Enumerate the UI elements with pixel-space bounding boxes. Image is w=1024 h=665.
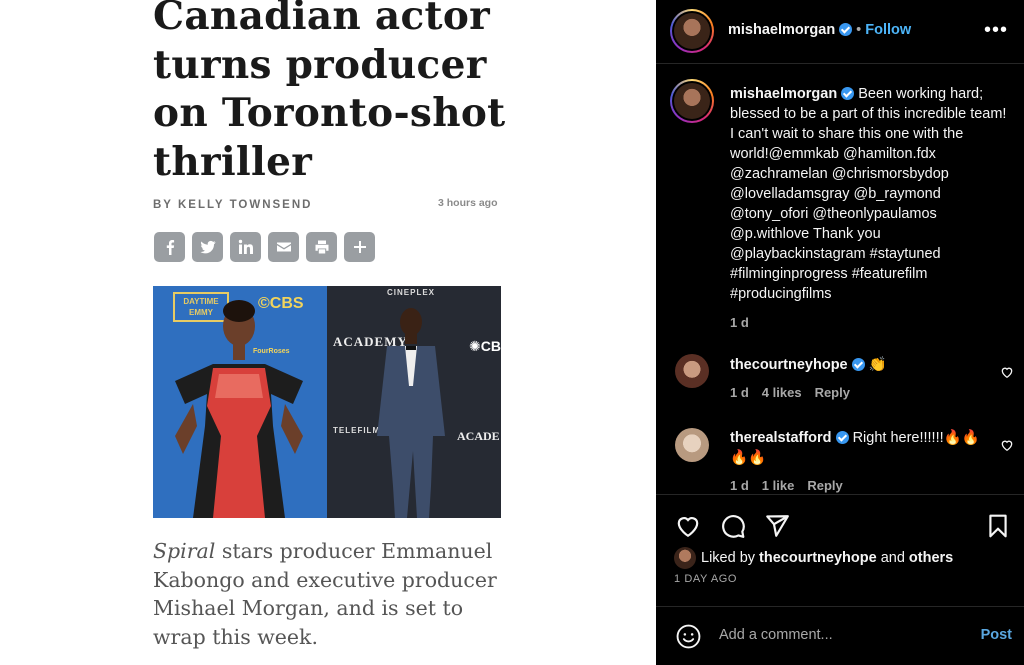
article-headline: Canadian actor turns producer on Toronto… (153, 0, 506, 185)
share-buttons (154, 232, 375, 262)
twitter-icon[interactable] (192, 232, 223, 262)
article-timestamp: 3 hours ago (438, 197, 498, 209)
comment-username[interactable]: therealstafford (730, 430, 832, 446)
caption-avatar[interactable] (670, 79, 714, 123)
liked-by-and: and (876, 550, 909, 566)
email-icon[interactable] (268, 232, 299, 262)
photo-right-man: CINEPLEX ACADEMY ✺CB TELEFILM ACADE (327, 286, 501, 518)
comment-like-heart-icon[interactable] (1000, 365, 1014, 379)
comment-item: therealstafford Right here!!!!!!🔥🔥🔥🔥 1 d… (730, 428, 990, 496)
comment-input[interactable]: Add a comment... (719, 627, 833, 643)
liked-by-username[interactable]: thecourtneyhope (759, 550, 877, 566)
post-actions: Liked by thecourtneyhope and others 1 DA… (656, 494, 1024, 604)
more-options-icon[interactable]: ••• (984, 20, 1008, 40)
share-paper-plane-icon[interactable] (764, 513, 790, 539)
article-screenshot: Canadian actor turns producer on Toronto… (0, 0, 656, 665)
comment-item: thecourtneyhope 👏 1 d 4 likes Reply (730, 355, 990, 403)
comment-avatar[interactable] (675, 354, 709, 388)
man-figure (377, 308, 445, 518)
verified-badge-icon (839, 23, 853, 36)
header-user-line: mishaelmorgan • Follow (728, 22, 911, 38)
caption-meta: 1 d (730, 313, 1010, 333)
plus-icon[interactable] (344, 232, 375, 262)
comment-avatar[interactable] (675, 428, 709, 462)
comment-age: 1 d (730, 478, 749, 493)
like-heart-icon[interactable] (675, 513, 701, 539)
print-icon[interactable] (306, 232, 337, 262)
comment-likes[interactable]: 4 likes (762, 385, 802, 400)
header-username[interactable]: mishaelmorgan (728, 22, 835, 38)
comment-age: 1 d (730, 385, 749, 400)
caption-italic-title: Spiral (153, 539, 216, 563)
post-header: mishaelmorgan • Follow ••• (656, 0, 1024, 64)
article-byline: BY KELLY TOWNSEND (153, 199, 313, 211)
caption-text: Been working hard; blessed to be a part … (730, 86, 1007, 302)
liked-by-avatar[interactable] (674, 547, 696, 569)
verified-badge-icon (835, 431, 849, 444)
instagram-panel: mishaelmorgan • Follow ••• mishaelmorgan B… (656, 0, 1024, 665)
comment-like-heart-icon[interactable] (1000, 438, 1014, 452)
emoji-smiley-icon[interactable] (676, 624, 701, 649)
article-caption: Spiral stars producer Emmanuel Kabongo a… (153, 537, 513, 652)
photo-left-woman: DAYTIME EMMY ©CBS FourRoses (153, 286, 327, 518)
verified-badge-icon (851, 358, 865, 371)
caption-username[interactable]: mishaelmorgan (730, 86, 837, 102)
comment-meta: 1 d 4 likes Reply (730, 383, 990, 403)
post-caption: mishaelmorgan Been working hard; blessed… (730, 84, 1010, 333)
comment-reply-button[interactable]: Reply (815, 385, 850, 400)
header-separator: • (856, 22, 862, 38)
linkedin-icon[interactable] (230, 232, 261, 262)
comment-likes[interactable]: 1 like (762, 478, 795, 493)
caption-age: 1 d (730, 315, 749, 330)
comment-meta: 1 d 1 like Reply (730, 476, 990, 496)
verified-badge-icon (841, 87, 855, 100)
liked-by-line: Liked by thecourtneyhope and others (701, 550, 953, 566)
post-comment-button[interactable]: Post (981, 627, 1012, 643)
comment-reply-button[interactable]: Reply (807, 478, 842, 493)
header-avatar[interactable] (670, 9, 714, 53)
save-bookmark-icon[interactable] (985, 513, 1011, 539)
liked-by-prefix: Liked by (701, 550, 760, 566)
woman-figure (175, 300, 303, 518)
comment-text: 👏 (868, 357, 887, 373)
post-age: 1 DAY AGO (674, 573, 738, 585)
article-photo: DAYTIME EMMY ©CBS FourRoses CINEPLEX ACA… (153, 286, 501, 518)
facebook-icon[interactable] (154, 232, 185, 262)
comment-bubble-icon[interactable] (720, 513, 746, 539)
comment-username[interactable]: thecourtneyhope (730, 357, 848, 373)
add-comment-bar: Add a comment... Post (656, 606, 1024, 665)
liked-by-others[interactable]: others (909, 550, 953, 566)
follow-button[interactable]: Follow (865, 22, 911, 38)
